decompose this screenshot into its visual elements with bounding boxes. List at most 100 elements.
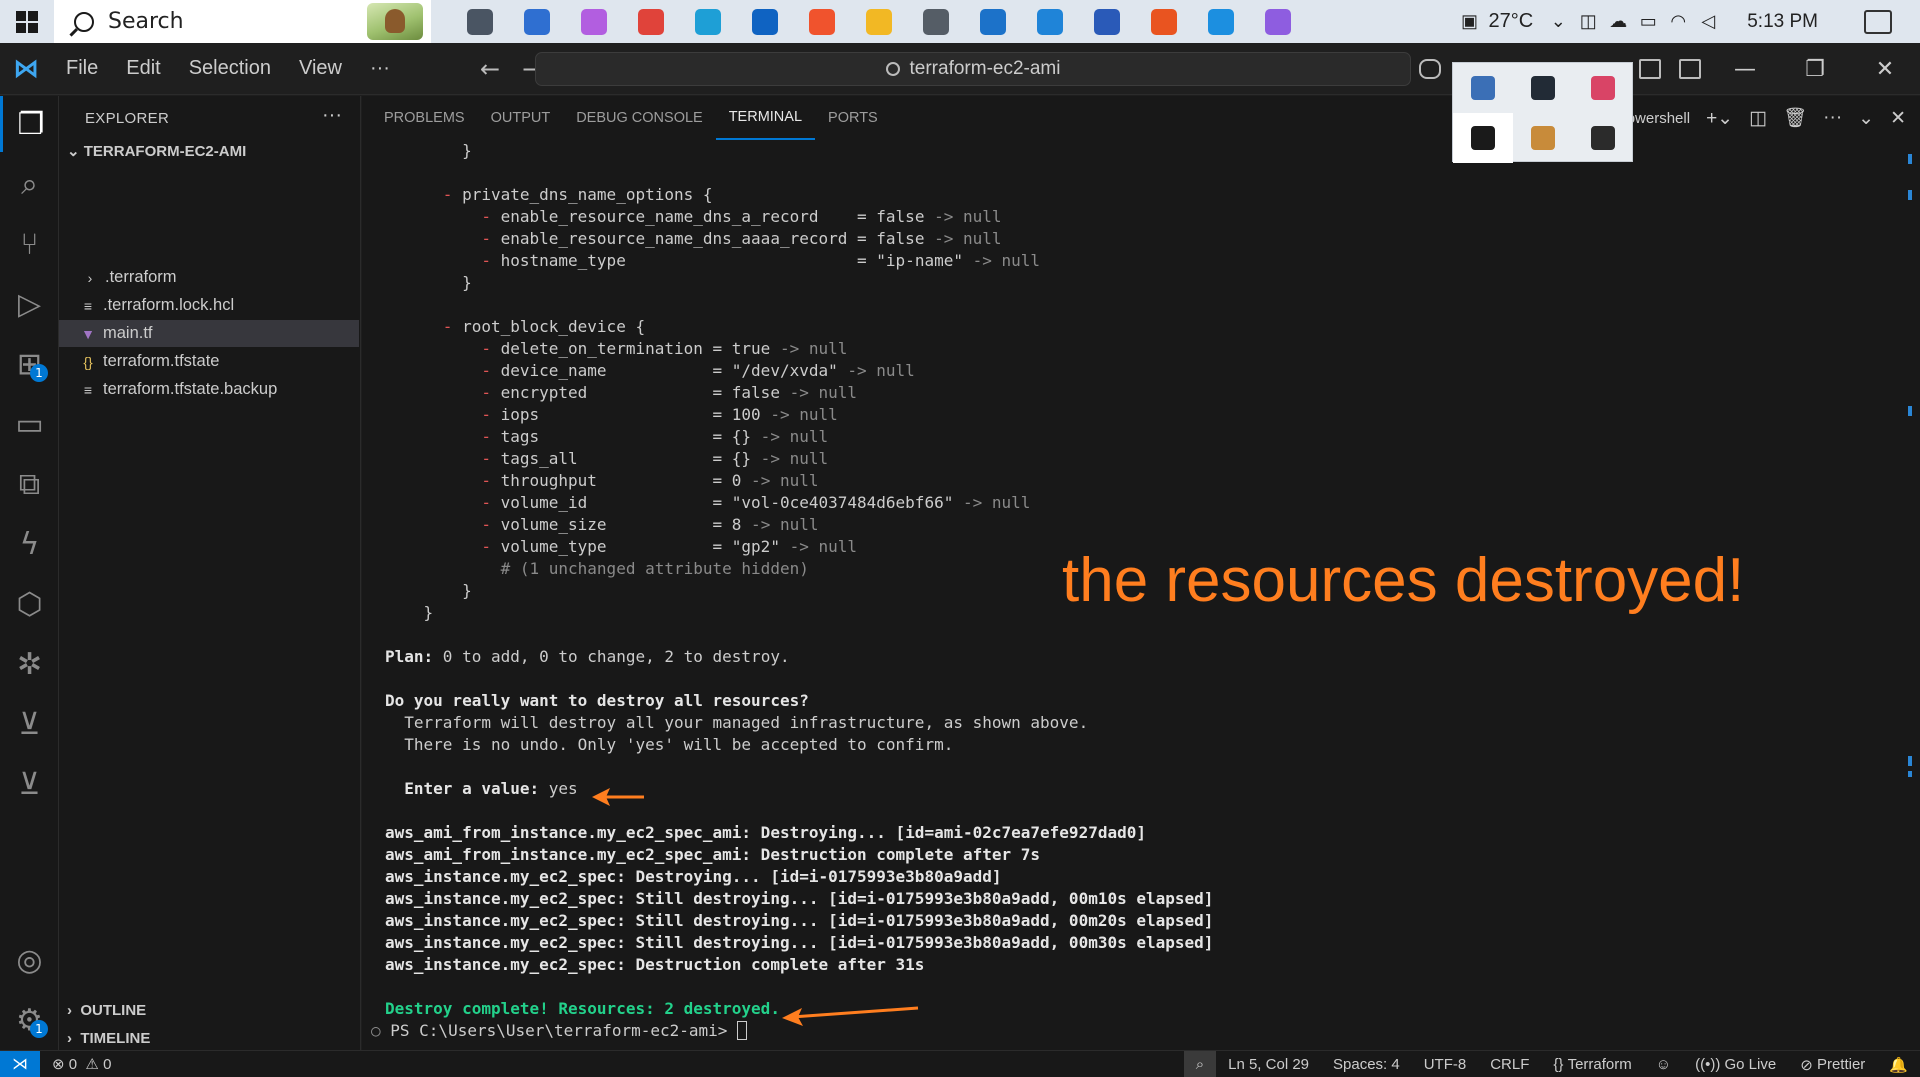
toggle-panel-icon[interactable] [1630, 43, 1670, 95]
workspace-folder[interactable]: ⌄ TERRAFORM-EC2-AMI [67, 142, 246, 160]
taskbar-app[interactable] [508, 0, 565, 43]
tray-popup-item[interactable] [1573, 63, 1633, 113]
command-center-search[interactable]: terraform-ec2-ami [535, 52, 1411, 86]
source-control-icon[interactable]: ⑂ [0, 216, 59, 272]
remote-indicator-icon[interactable]: ⋊ [0, 1050, 40, 1077]
restore-button[interactable]: ❐ [1780, 43, 1850, 95]
go-live[interactable]: ((•)) Go Live [1683, 1051, 1788, 1077]
split-terminal-icon[interactable]: ◫ [1749, 107, 1767, 130]
battery-icon[interactable]: ▭ [1633, 0, 1663, 43]
remote-explorer-icon[interactable]: ▭ [0, 396, 59, 452]
taskbar-app[interactable] [622, 0, 679, 43]
accounts-icon[interactable]: ◎ [0, 932, 59, 988]
menu-view[interactable]: View [285, 57, 356, 80]
outline-section[interactable]: › OUTLINE [67, 1002, 146, 1019]
run-debug-icon[interactable]: ▷ [0, 276, 59, 332]
language-mode[interactable]: {} Terraform [1541, 1051, 1643, 1077]
menu-file[interactable]: File [52, 57, 112, 80]
cursor-position[interactable]: Ln 5, Col 29 [1216, 1051, 1321, 1077]
annotation-arrow-destroy-complete [782, 1006, 919, 1026]
close-panel-icon[interactable]: ✕ [1890, 107, 1906, 130]
explorer-file-item[interactable]: › .terraform [59, 264, 359, 291]
taskbar-app[interactable] [679, 0, 736, 43]
menu-edit[interactable]: Edit [112, 57, 174, 80]
notifications-bell-icon[interactable]: 🔔 [1877, 1051, 1920, 1077]
taskbar-app[interactable] [1021, 0, 1078, 43]
phone-link-icon[interactable]: ◫ [1573, 0, 1603, 43]
more-actions-icon[interactable]: ··· [1823, 107, 1842, 129]
taskbar-app[interactable] [1192, 0, 1249, 43]
copilot-status-icon[interactable]: ☺ [1644, 1051, 1683, 1077]
kubernetes-icon[interactable]: ✲ [0, 636, 59, 692]
panel-tab-output[interactable]: OUTPUT [478, 96, 564, 140]
indentation[interactable]: Spaces: 4 [1321, 1051, 1412, 1077]
taskbar-app[interactable] [1135, 0, 1192, 43]
taskbar-app[interactable] [793, 0, 850, 43]
terraform-icon[interactable]: ⊻ [0, 696, 59, 752]
clock-time[interactable]: 5:13 PM [1747, 11, 1818, 33]
taskbar-app[interactable] [1078, 0, 1135, 43]
chevron-up-icon[interactable]: ⌄ [1543, 0, 1573, 43]
taskbar-app[interactable] [850, 0, 907, 43]
taskbar-app[interactable] [736, 0, 793, 43]
explorer-file-item[interactable]: ≡ terraform.tfstate.backup [59, 376, 359, 403]
volume-icon[interactable]: ◁ [1693, 0, 1723, 43]
chevron-down-icon[interactable]: ⌄ [1858, 107, 1874, 130]
minimize-button[interactable]: — [1710, 43, 1780, 95]
weather-icon[interactable]: ▣ [1455, 0, 1485, 43]
remote-desktop-icon [979, 8, 1006, 35]
end-of-line[interactable]: CRLF [1478, 1051, 1541, 1077]
prettier-status[interactable]: ⊘ Prettier [1788, 1051, 1877, 1077]
tray-popup-item[interactable] [1513, 63, 1573, 113]
terminal-line: - volume_size = 8 -> null [385, 514, 818, 536]
explorer-file-item[interactable]: ▼ main.tf [59, 320, 359, 347]
aws-toolkit-icon[interactable]: ⧉ [0, 456, 59, 512]
start-button[interactable] [0, 0, 54, 43]
panel-tab-problems[interactable]: PROBLEMS [371, 96, 478, 140]
back-arrow-icon[interactable]: ← [480, 55, 500, 83]
menu-selection[interactable]: Selection [175, 57, 285, 80]
menu-more[interactable]: ··· [356, 57, 404, 80]
close-button[interactable]: ✕ [1850, 43, 1920, 95]
tray-popup-item[interactable] [1573, 113, 1633, 163]
toggle-secondary-sidebar-icon[interactable] [1670, 43, 1710, 95]
new-terminal-plus-icon[interactable]: +⌄ [1706, 107, 1733, 130]
taskbar-app[interactable] [907, 0, 964, 43]
panel-tab-terminal[interactable]: TERMINAL [715, 96, 816, 140]
display-icon [1471, 76, 1495, 100]
panel-tab-debug-console[interactable]: DEBUG CONSOLE [563, 96, 716, 140]
more-actions-icon[interactable]: ··· [322, 104, 342, 127]
weather-temperature[interactable]: 27°C [1489, 10, 1534, 33]
timeline-section[interactable]: › TIMELINE [67, 1030, 150, 1047]
tray-popup-item[interactable] [1513, 113, 1573, 163]
notifications-icon[interactable] [1864, 9, 1892, 34]
extensions-icon[interactable]: ⊞ 1 [0, 336, 59, 392]
search-icon[interactable]: ⌕ [0, 156, 59, 212]
panel-tab-ports[interactable]: PORTS [815, 96, 891, 140]
taskbar-app[interactable] [565, 0, 622, 43]
explorer-file-item[interactable]: ≡ .terraform.lock.hcl [59, 292, 359, 319]
docker-icon[interactable]: ⬡ [0, 576, 59, 632]
taskbar-app[interactable] [964, 0, 1021, 43]
problems-status[interactable]: ⊗ 0 ⚠ 0 [52, 1055, 111, 1073]
thunder-client-icon[interactable]: ϟ [0, 516, 59, 572]
copilot-icon[interactable] [1410, 43, 1450, 95]
tray-popup-item[interactable] [1453, 113, 1513, 163]
terminal-cursor [737, 1021, 748, 1040]
explorer-file-item[interactable]: {} terraform.tfstate [59, 348, 359, 375]
zoom-icon[interactable]: ⌕ [1183, 1051, 1217, 1077]
broadcast-icon: ((•)) [1695, 1056, 1725, 1073]
taskbar-search-box[interactable]: Search [54, 0, 431, 43]
tray-popup-item[interactable] [1453, 63, 1513, 113]
terraform-cloud-icon[interactable]: ⊻ [0, 756, 59, 812]
taskbar-app[interactable] [1249, 0, 1306, 43]
encoding[interactable]: UTF-8 [1412, 1051, 1479, 1077]
explorer-icon[interactable]: ❐ [0, 96, 59, 152]
manage-gear-icon[interactable]: ⚙ 1 [0, 992, 59, 1048]
taskbar-app[interactable] [451, 0, 508, 43]
onedrive-icon[interactable]: ☁ [1603, 0, 1633, 43]
prompt-answer: yes [539, 779, 578, 798]
wifi-icon[interactable]: ◠ [1663, 0, 1693, 43]
kill-terminal-trash-icon[interactable]: 🗑 [1783, 106, 1807, 130]
attribute-change: -> null [760, 405, 838, 424]
